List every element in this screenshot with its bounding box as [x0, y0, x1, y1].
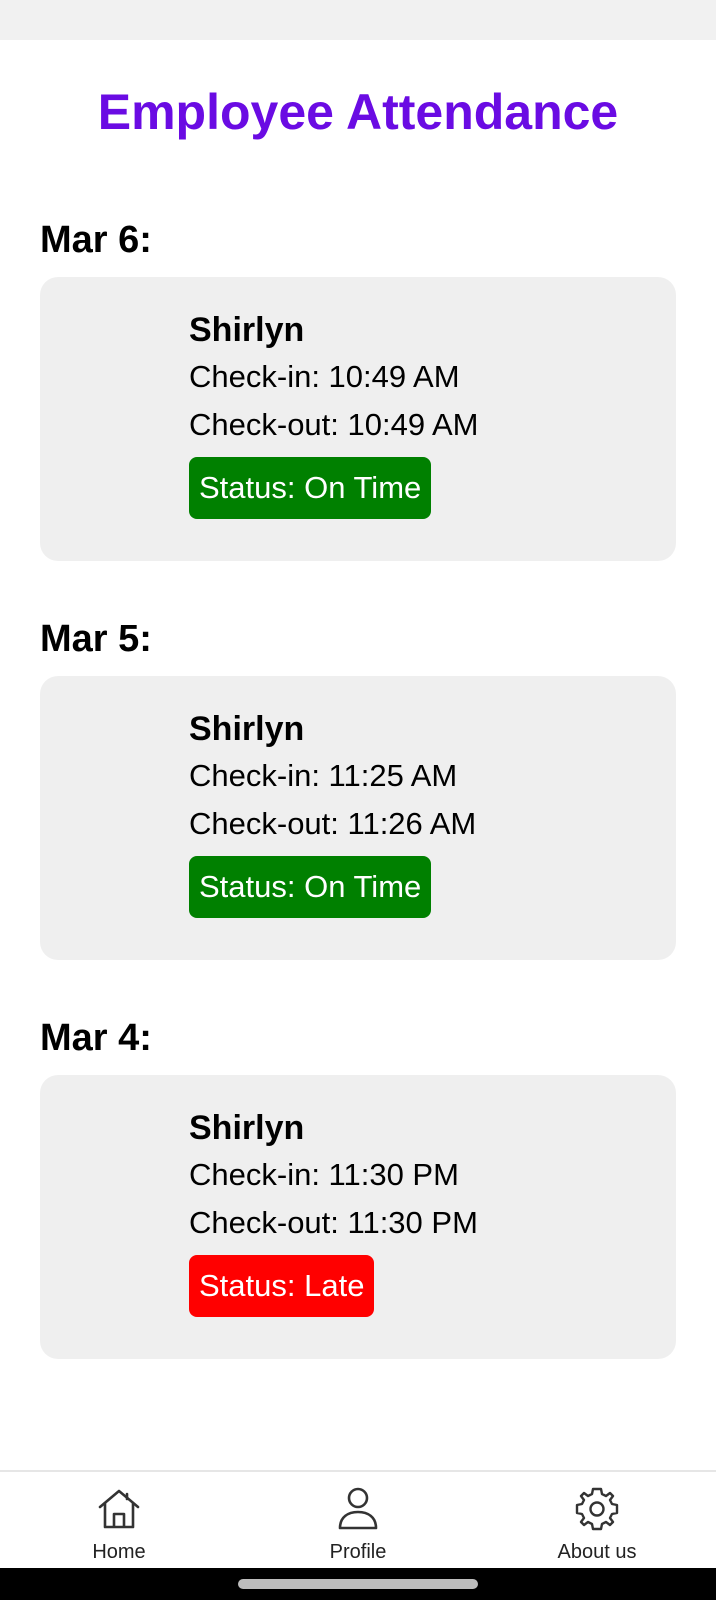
day-heading: Mar 6:	[40, 219, 152, 261]
attendance-card: Shirlyn Check-in: 11:30 PM Check-out: 11…	[40, 1075, 676, 1359]
status-bar	[0, 0, 716, 40]
page-title: Employee Attendance	[97, 84, 619, 140]
status-badge: Status: On Time	[189, 457, 432, 519]
nav-about-us-label: About us	[557, 1541, 637, 1563]
employee-name: Shirlyn	[189, 311, 305, 349]
employee-name: Shirlyn	[189, 710, 305, 748]
person-icon	[338, 1487, 378, 1530]
status-badge: Status: Late	[189, 1255, 375, 1317]
gear-icon	[575, 1487, 619, 1531]
nav-home[interactable]: Home	[44, 1484, 194, 1564]
employee-name: Shirlyn	[189, 1109, 305, 1147]
check-out-time: Check-out: 10:49 AM	[189, 407, 479, 442]
attendance-card: Shirlyn Check-in: 10:49 AM Check-out: 10…	[40, 277, 676, 561]
day-heading: Mar 4:	[40, 1017, 152, 1059]
nav-about-us[interactable]: About us	[522, 1484, 672, 1564]
nav-home-label: Home	[92, 1541, 146, 1563]
check-in-time: Check-in: 11:25 AM	[189, 758, 458, 793]
check-out-time: Check-out: 11:30 PM	[189, 1205, 478, 1240]
check-out-time: Check-out: 11:26 AM	[189, 806, 477, 841]
day-heading: Mar 5:	[40, 618, 152, 660]
bottom-navigation: Home Profile About us	[0, 1470, 716, 1570]
system-navigation-bar	[0, 1568, 716, 1600]
nav-profile[interactable]: Profile	[283, 1484, 433, 1564]
check-in-time: Check-in: 10:49 AM	[189, 359, 460, 394]
check-in-time: Check-in: 11:30 PM	[189, 1157, 459, 1192]
nav-profile-label: Profile	[329, 1541, 387, 1563]
home-gesture-pill[interactable]	[238, 1579, 478, 1589]
home-icon	[98, 1489, 140, 1529]
status-badge: Status: On Time	[189, 856, 432, 918]
attendance-card: Shirlyn Check-in: 11:25 AM Check-out: 11…	[40, 676, 676, 960]
